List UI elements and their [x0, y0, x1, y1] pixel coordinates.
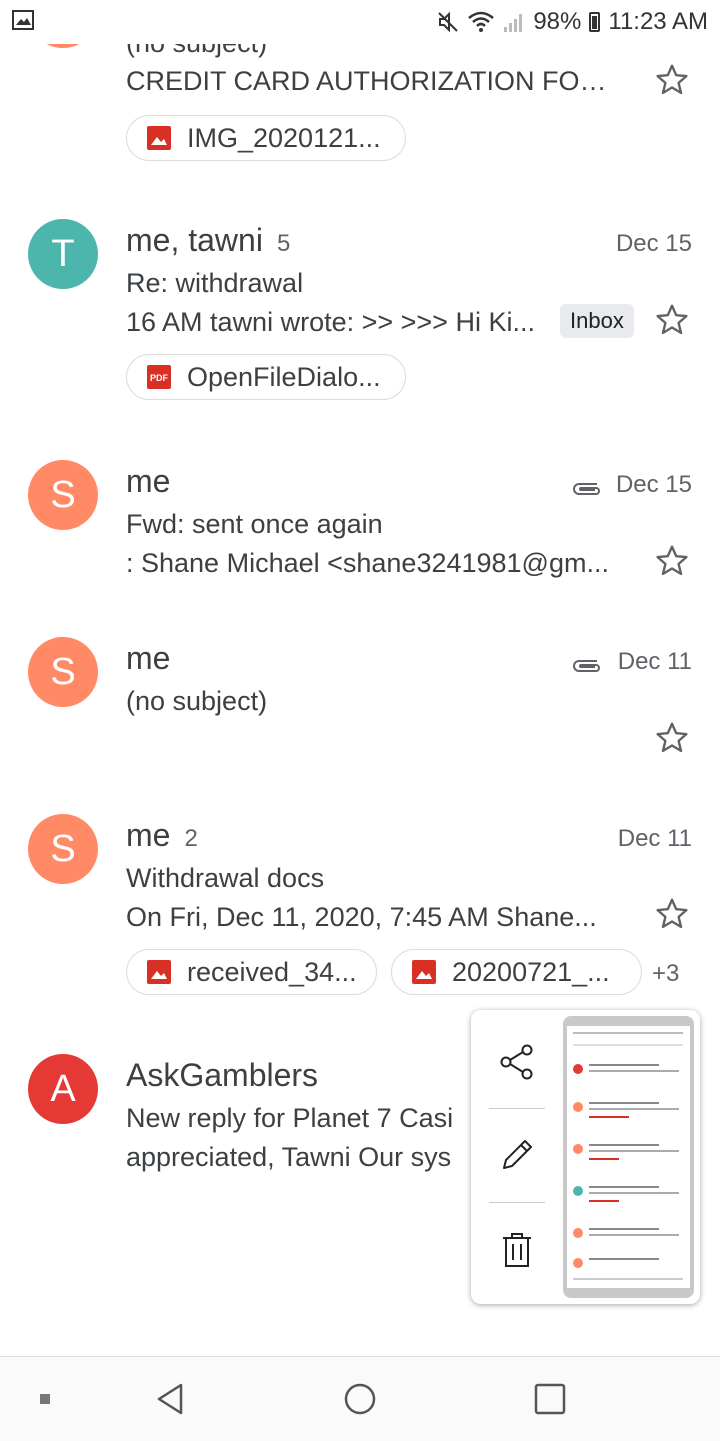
email-date: Dec 15	[615, 471, 692, 498]
home-button[interactable]	[330, 1357, 390, 1441]
email-date: Dec 11	[617, 648, 692, 675]
back-triangle-icon	[157, 1383, 183, 1415]
more-attachments-count[interactable]: +3	[652, 960, 679, 988]
star-icon[interactable]	[654, 896, 690, 932]
screenshot-thumbnail[interactable]	[563, 1016, 694, 1298]
email-sender: me, tawni 5	[126, 222, 290, 259]
attachment-name: received_34...	[187, 956, 357, 987]
sender-name: me, tawni	[126, 222, 263, 258]
signal-icon	[504, 14, 523, 32]
email-date: Dec 15	[615, 230, 692, 257]
divider	[489, 1202, 545, 1203]
trash-icon	[503, 1233, 531, 1267]
avatar: S	[28, 814, 98, 884]
navigation-bar	[0, 1356, 720, 1441]
email-subject: Re: withdrawal	[126, 268, 304, 298]
attachment-chip[interactable]: IMG_2020121...	[126, 115, 406, 161]
avatar: S	[28, 460, 98, 530]
attachment-chip[interactable]: received_34...	[126, 949, 377, 995]
attachment-clip-icon	[573, 483, 600, 495]
avatar: A	[28, 1054, 98, 1124]
sender-name: me	[126, 817, 171, 853]
clock: 11:23 AM	[608, 8, 708, 35]
thread-count: 5	[276, 230, 291, 257]
email-date: Dec 11	[617, 825, 692, 852]
edit-button[interactable]	[487, 1125, 547, 1185]
email-snippet: : Shane Michael <shane3241981@gm...	[126, 548, 609, 578]
screenshot-popup	[471, 1010, 700, 1304]
email-sender: me	[126, 463, 171, 499]
email-row[interactable]: T me, tawni 5 Dec 15 Re: withdrawal 16 AM…	[0, 190, 720, 426]
battery-icon	[589, 12, 601, 32]
wifi-icon	[468, 11, 495, 32]
email-subject: Fwd: sent once again	[126, 509, 383, 539]
image-file-icon	[412, 960, 436, 984]
image-file-icon	[147, 126, 171, 150]
star-icon[interactable]	[654, 62, 690, 98]
star-icon[interactable]	[654, 543, 690, 579]
back-button[interactable]	[140, 1357, 200, 1441]
share-icon	[500, 1044, 533, 1080]
thumbnail-preview	[567, 1026, 690, 1288]
overview-square-icon	[534, 1383, 566, 1415]
attachment-name: 20200721_...	[452, 956, 610, 987]
divider	[489, 1108, 545, 1109]
email-subject: (no subject)	[126, 686, 268, 716]
email-row[interactable]: S me Dec 15 Fwd: sent once again : Shane…	[0, 426, 720, 604]
avatar: T	[28, 219, 98, 289]
mute-icon	[438, 11, 459, 33]
email-row[interactable]: S me 2 Dec 11 Withdrawal docs On Fri, Dec…	[0, 780, 720, 1020]
delete-button[interactable]	[487, 1220, 547, 1280]
email-subject: New reply for Planet 7 Casi	[126, 1103, 454, 1133]
email-snippet: 16 AM tawni wrote: >> >>> Hi Ki...	[126, 307, 535, 337]
image-file-icon	[147, 960, 171, 984]
attachment-name: IMG_2020121...	[187, 122, 381, 153]
image-notification-icon	[12, 10, 34, 30]
attachment-clip-icon	[573, 660, 600, 672]
battery-percent: 98%	[533, 8, 582, 35]
attachment-chip[interactable]: PDF OpenFileDialo...	[126, 354, 406, 400]
home-circle-icon	[344, 1383, 376, 1415]
email-row[interactable]: S me Dec 11 (no subject)	[0, 604, 720, 780]
attachment-name: OpenFileDialo...	[187, 361, 381, 392]
dot-icon	[40, 1394, 50, 1404]
email-sender: AskGamblers	[126, 1057, 319, 1093]
email-snippet: CREDIT CARD AUTHORIZATION FOR...	[126, 66, 616, 96]
recents-dot-button[interactable]	[30, 1357, 60, 1441]
email-sender: me 2	[126, 817, 198, 854]
share-button[interactable]	[487, 1032, 547, 1092]
email-snippet: appreciated, Tawni Our sys	[126, 1142, 452, 1172]
thread-count: 2	[184, 825, 198, 852]
pencil-icon	[503, 1140, 532, 1169]
star-icon[interactable]	[654, 720, 690, 756]
avatar: S	[28, 637, 98, 707]
email-snippet: On Fri, Dec 11, 2020, 7:45 AM Shane...	[126, 902, 597, 932]
inbox-label: Inbox	[560, 304, 634, 338]
status-bar: 98% 11:23 AM	[0, 0, 720, 44]
pdf-file-icon: PDF	[147, 365, 171, 389]
star-icon[interactable]	[654, 302, 690, 338]
attachment-chip[interactable]: 20200721_...	[391, 949, 642, 995]
email-sender: me	[126, 640, 171, 676]
overview-button[interactable]	[520, 1357, 580, 1441]
svg-text:PDF: PDF	[150, 373, 169, 383]
email-subject: Withdrawal docs	[126, 863, 325, 893]
